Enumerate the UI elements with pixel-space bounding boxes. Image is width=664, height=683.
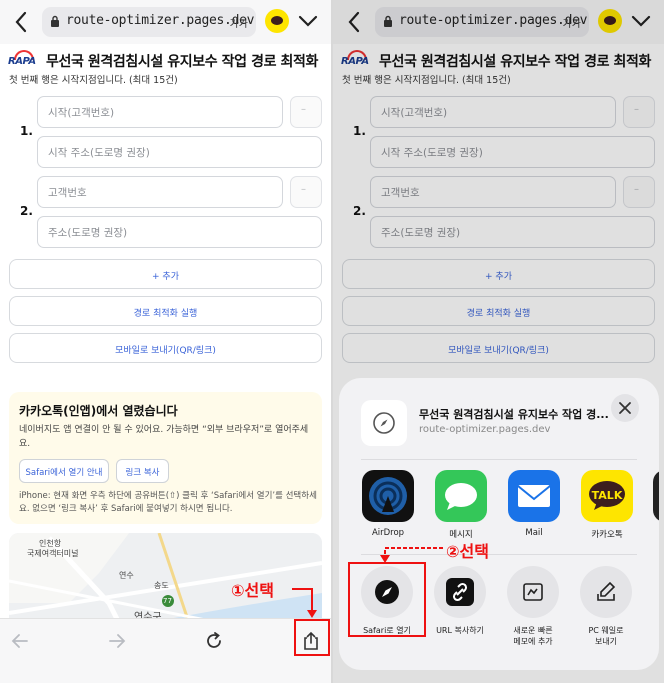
kakao-inapp-notice: 카카오톡(인앱)에서 열렸습니다 네이버지도 앱 연결이 안 될 수 있어요. … [9,392,322,524]
step1-highlight-box [294,619,330,656]
button-label: + 추가 [152,272,179,282]
close-button[interactable] [611,394,639,422]
step1-annotation: ①선택 [231,581,274,600]
button-label: – [301,184,306,195]
mail-icon [508,470,560,522]
step1-arrow [292,588,317,618]
app-label: AirDrop [371,528,405,538]
back-chevron-icon[interactable] [14,11,28,33]
reload-icon[interactable] [204,631,224,651]
more-apps-peek[interactable] [653,470,659,522]
start-customer-input[interactable]: 시작(고객번호) [37,96,283,128]
app-label: Mail [525,528,543,538]
map-label: 국제여객터미널 [27,549,79,558]
close-icon [619,402,631,414]
right-screen: route-optimizer.pages.dev 가가 RAPA 무선국 원격… [333,0,664,683]
map-label: 연수 [119,571,134,580]
link-icon [446,578,474,606]
placeholder: 주소(도로명 권장) [48,227,128,239]
map-label: 송도 [154,581,169,590]
page-title: 무선국 원격검침시설 유지보수 작업 경로 최적화 [46,54,318,70]
forward-arrow-icon[interactable] [107,631,127,651]
placeholder: 시작(고객번호) [48,107,115,119]
row-number: 2. [20,204,33,218]
share-title: 무선국 원격검침시설 유지보수 작업 경... [419,408,609,421]
site-preview [361,400,407,446]
action-label: 새로운 빠른 메모에 추가 [513,626,553,646]
copy-url-action[interactable]: URL 복사하기 [429,566,491,636]
share-app-kakaotalk[interactable]: TALK 카카오톡 [580,470,634,540]
action-button [580,566,632,618]
app-label: 카카오톡 [591,530,623,540]
customer-input[interactable]: 고객번호 [37,176,283,208]
logo-text: RAPA [8,56,36,67]
row-number: 1. [20,124,33,138]
route-number: 77 [163,597,172,605]
remove-row-button[interactable]: – [290,176,322,208]
optimize-button[interactable]: 경로 최적화 실행 [9,296,322,326]
quick-note-icon [523,583,543,601]
action-button [434,566,486,618]
notice-title: 카카오톡(인앱)에서 열렸습니다 [19,404,178,418]
browser-top-bar: route-optimizer.pages.dev 가가 [0,0,331,44]
step2-annotation: ②선택 [446,542,489,561]
action-button [507,566,559,618]
share-app-messages[interactable]: 메시지 [434,470,488,540]
quick-note-action[interactable]: 새로운 빠른 메모에 추가 [502,566,564,647]
kakaotalk-icon: TALK [581,470,633,522]
add-row-button[interactable]: + 추가 [9,259,322,289]
placeholder: 시작 주소(도로명 권장) [48,147,150,159]
action-label: URL 복사하기 [436,626,484,635]
start-address-input[interactable]: 시작 주소(도로명 권장) [37,136,322,168]
share-url: route-optimizer.pages.dev [419,424,551,435]
send-to-whale-action[interactable]: PC 웨일로 보내기 [575,566,637,647]
notice-footnote: iPhone: 현재 화면 우측 하단에 공유버튼(⇧) 클릭 후 ‘Safar… [19,491,317,514]
button-label: 경로 최적화 실행 [133,309,198,319]
airdrop-icon [362,470,414,522]
address-input[interactable]: 주소(도로명 권장) [37,216,322,248]
button-label: – [301,104,306,115]
action-label: PC 웨일로 보내기 [588,626,624,646]
step2-highlight-box [348,562,426,637]
lock-icon [51,15,59,27]
whale-send-icon [597,581,616,601]
url-text: route-optimizer.pages.dev [66,13,255,28]
address-bar[interactable]: route-optimizer.pages.dev 가가 [42,7,256,37]
button-label: 모바일로 보내기(QR/링크) [115,346,216,356]
left-screen: route-optimizer.pages.dev 가가 RAPA 무선국 원격… [0,0,331,683]
remove-row-button[interactable]: – [290,96,322,128]
rapa-logo: RAPA [8,50,40,72]
text-size-button[interactable]: 가가 [230,15,248,30]
page-subtitle: 첫 번째 행은 시작지점입니다. (최대 15건) [9,75,178,86]
notice-body: 네이버지도 앱 연결이 안 될 수 있어요. 가능하면 “외부 브라우저”로 열… [19,425,309,449]
copy-link-button[interactable]: 링크 복사 [116,459,169,483]
share-app-airdrop[interactable]: AirDrop [361,470,415,538]
share-app-mail[interactable]: Mail [507,470,561,538]
chevron-down-icon[interactable] [298,14,318,28]
back-arrow-icon[interactable] [10,631,30,651]
button-label: 링크 복사 [125,468,160,478]
talk-badge: TALK [591,489,623,502]
messages-icon [435,470,487,522]
button-label: Safari에서 열기 안내 [25,468,103,478]
placeholder: 고객번호 [48,187,87,199]
send-mobile-button[interactable]: 모바일로 보내기(QR/링크) [9,333,322,363]
safari-guide-button[interactable]: Safari에서 열기 안내 [19,459,109,483]
compass-icon [373,412,395,434]
divider [361,459,637,460]
step2-arrow [380,547,443,563]
kakao-icon[interactable] [265,9,289,33]
browser-bottom-bar [0,618,331,683]
